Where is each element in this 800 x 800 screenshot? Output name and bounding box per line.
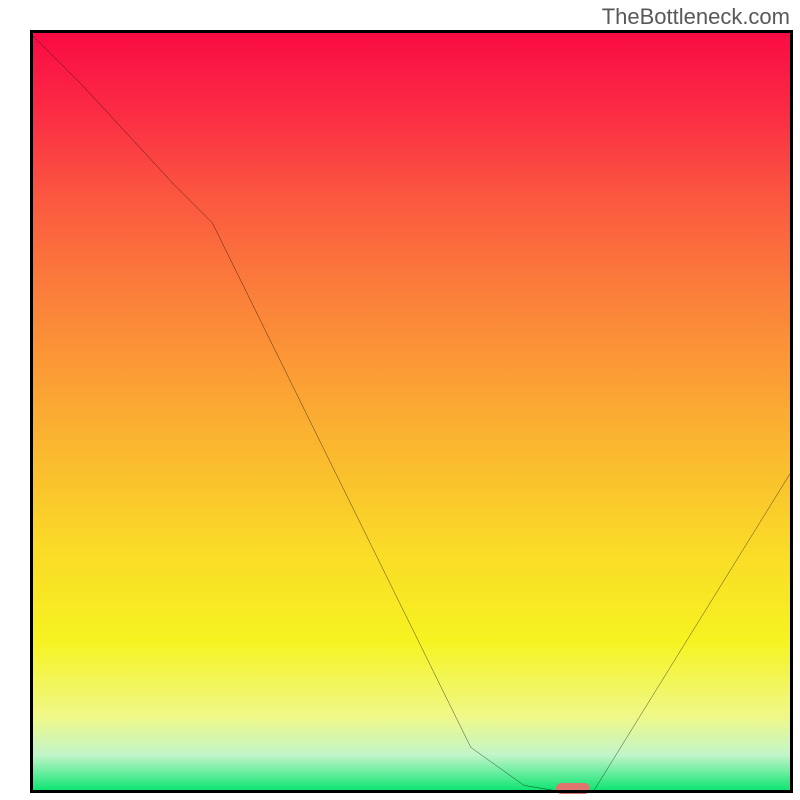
chart-area <box>30 30 793 793</box>
bottleneck-curve <box>30 33 790 793</box>
watermark-text: TheBottleneck.com <box>602 4 790 30</box>
optimal-marker <box>556 783 590 794</box>
